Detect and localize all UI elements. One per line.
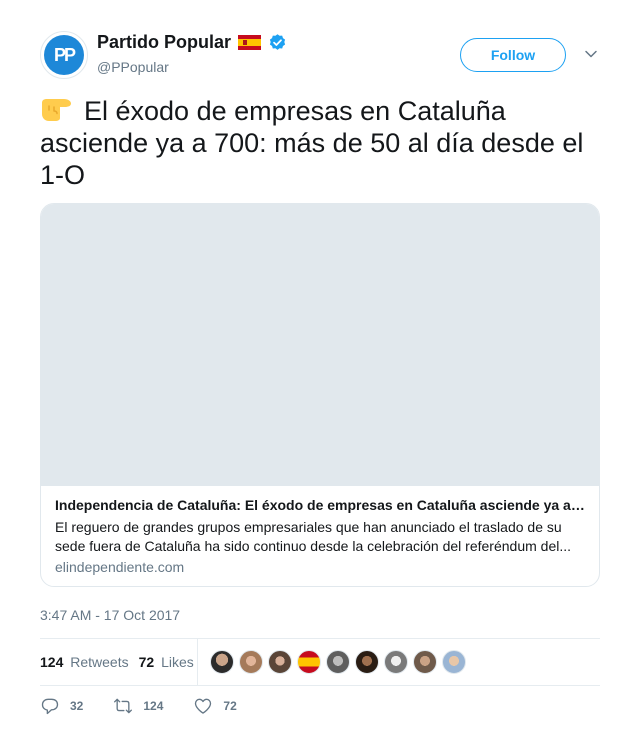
tweet-actions: 32 124 72 bbox=[40, 696, 267, 716]
card-domain: elindependiente.com bbox=[55, 559, 185, 575]
liker-avatar[interactable] bbox=[355, 650, 379, 674]
likes-stat-label: Likes bbox=[161, 654, 194, 670]
liker-avatars bbox=[210, 650, 466, 674]
link-preview-card[interactable]: Independencia de Cataluña: El éxodo de e… bbox=[40, 203, 600, 587]
liker-avatar[interactable] bbox=[210, 650, 234, 674]
heart-icon bbox=[195, 698, 212, 714]
backhand-index-pointing-right-icon bbox=[42, 99, 71, 121]
verified-badge-icon bbox=[269, 34, 286, 50]
liker-avatar[interactable] bbox=[413, 650, 437, 674]
stats-bottom-divider bbox=[40, 685, 600, 686]
liker-avatar[interactable] bbox=[442, 650, 466, 674]
retweet-action[interactable]: 124 bbox=[113, 696, 163, 716]
tweet-text-container: El éxodo de empresas en Cataluña asciend… bbox=[40, 94, 606, 191]
liker-avatar[interactable] bbox=[297, 650, 321, 674]
reply-action[interactable]: 32 bbox=[40, 696, 83, 716]
author-name-row: Partido Popular bbox=[97, 32, 287, 53]
author-name[interactable]: Partido Popular bbox=[97, 32, 231, 53]
author-handle[interactable]: @PPopular bbox=[97, 59, 169, 75]
reply-count: 32 bbox=[70, 699, 84, 713]
chevron-down-icon[interactable] bbox=[584, 47, 598, 61]
tweet-timestamp[interactable]: 3:47 AM - 17 Oct 2017 bbox=[40, 607, 180, 623]
author-avatar[interactable]: PP bbox=[40, 31, 88, 79]
retweets-stat-count: 124 bbox=[40, 654, 64, 670]
retweet-icon bbox=[114, 698, 133, 714]
pp-logo: PP bbox=[44, 35, 84, 75]
reply-icon bbox=[41, 698, 59, 715]
tweet-text: El éxodo de empresas en Cataluña asciend… bbox=[40, 96, 584, 190]
liker-avatar[interactable] bbox=[326, 650, 350, 674]
like-action[interactable]: 72 bbox=[193, 696, 237, 716]
card-title: Independencia de Cataluña: El éxodo de e… bbox=[55, 497, 585, 513]
card-description: El reguero de grandes grupos empresarial… bbox=[55, 519, 572, 554]
stats-separator bbox=[197, 639, 198, 685]
retweets-stat[interactable]: 124 Retweets bbox=[40, 654, 129, 670]
likes-stat[interactable]: 72 Likes bbox=[139, 654, 194, 670]
retweet-count: 124 bbox=[143, 699, 164, 713]
liker-avatar[interactable] bbox=[384, 650, 408, 674]
retweets-stat-label: Retweets bbox=[70, 654, 129, 670]
engagement-stats: 124 Retweets 72 Likes bbox=[40, 639, 600, 685]
liker-avatar[interactable] bbox=[239, 650, 263, 674]
like-count: 72 bbox=[223, 699, 237, 713]
card-image-placeholder bbox=[41, 204, 599, 486]
liker-avatar[interactable] bbox=[268, 650, 292, 674]
likes-stat-count: 72 bbox=[138, 654, 155, 670]
spain-flag-icon bbox=[238, 35, 262, 50]
follow-button[interactable]: Follow bbox=[460, 38, 566, 72]
